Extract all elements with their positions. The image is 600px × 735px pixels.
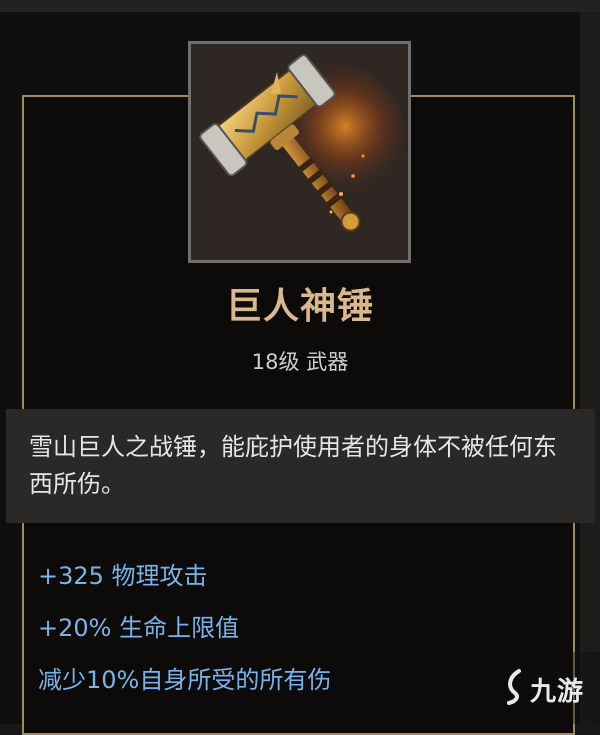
item-name: 巨人神锤	[225, 286, 374, 327]
stat-max-health: +20% 生命上限值	[38, 614, 240, 642]
item-description: 雪山巨人之战锤，能庇护使用者的身体不被任何东西所伤。	[29, 433, 557, 498]
stat-physical-attack: +325 物理攻击	[38, 562, 208, 590]
item-level-type: 18级 武器	[251, 350, 349, 374]
watermark-logo: 九游	[530, 677, 585, 707]
item-icon-slot[interactable]	[188, 41, 411, 263]
watermark-logo-icon	[507, 669, 521, 705]
stat-list: +325 物理攻击 +20% 生命上限值 减少10%自身所受的所有伤	[38, 555, 331, 711]
top-edge	[0, 0, 600, 12]
stat-damage-reduction: 减少10%自身所受的所有伤	[38, 666, 332, 694]
description-panel: 雪山巨人之战锤，能庇护使用者的身体不被任何东西所伤。	[6, 409, 595, 523]
golden-war-hammer-icon	[191, 44, 408, 260]
